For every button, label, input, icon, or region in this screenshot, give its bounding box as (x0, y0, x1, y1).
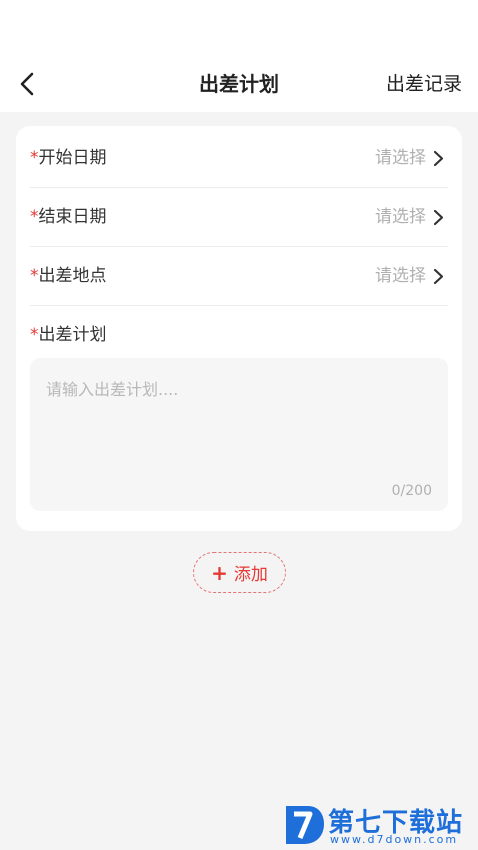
plus-icon: + (211, 560, 228, 585)
chevron-right-icon (433, 150, 444, 167)
location-row[interactable]: *出差地点 请选择 (30, 247, 448, 306)
trip-plan-label: *出差计划 (30, 325, 107, 345)
trip-plan-textarea[interactable]: 请输入出差计划.... 0/200 (30, 358, 448, 511)
location-label: *出差地点 (30, 266, 107, 286)
chevron-right-icon (433, 209, 444, 226)
end-date-row[interactable]: *结束日期 请选择 (30, 188, 448, 247)
top-bar: 出差计划 出差记录 (0, 0, 478, 112)
d7-logo-icon (286, 806, 324, 844)
location-value: 请选择 (375, 266, 426, 286)
start-date-label: *开始日期 (30, 148, 107, 168)
end-date-label: *结束日期 (30, 207, 107, 227)
textarea-placeholder: 请输入出差计划.... (46, 380, 179, 399)
start-date-row[interactable]: *开始日期 请选择 (30, 129, 448, 188)
start-date-value: 请选择 (375, 148, 426, 168)
add-button-label: 添加 (233, 565, 268, 585)
char-counter: 0/200 (391, 483, 432, 499)
watermark-url: www.d7down.com (330, 833, 459, 846)
trip-form-card: *开始日期 请选择 *结束日期 请选择 *出差地点 请选择 *出差计划 请输入出… (16, 126, 462, 531)
trip-records-link[interactable]: 出差记录 (386, 70, 462, 98)
watermark: 第七下载站 www.d7down.com (282, 800, 472, 848)
end-date-value: 请选择 (375, 207, 426, 227)
chevron-right-icon (433, 268, 444, 285)
add-button[interactable]: + 添加 (193, 552, 286, 593)
